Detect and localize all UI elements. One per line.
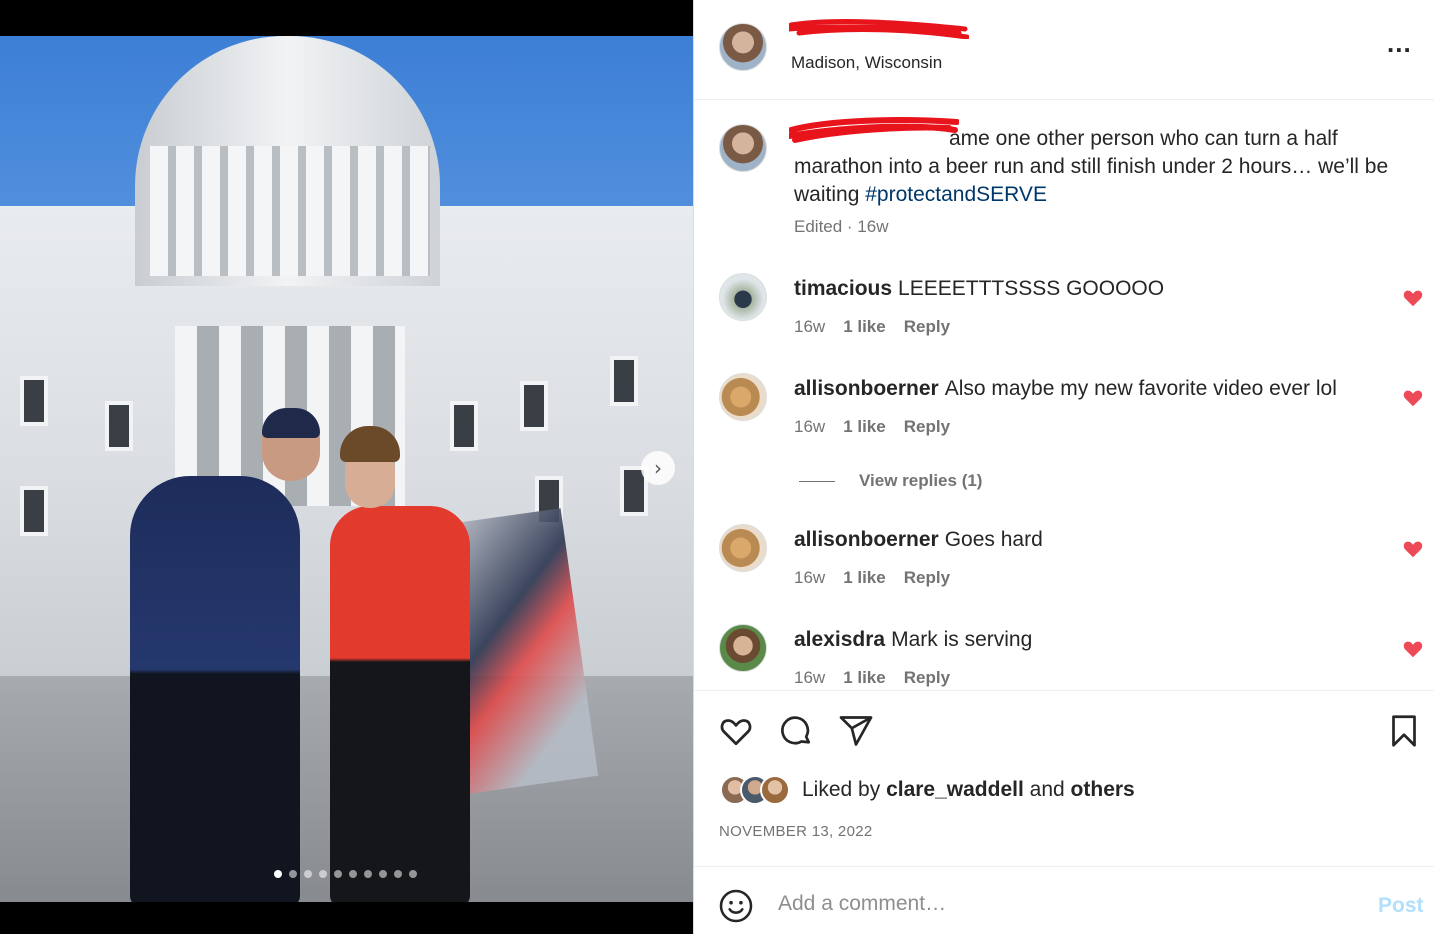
comment-username[interactable]: allisonboerner xyxy=(794,528,939,551)
reply-button[interactable]: Reply xyxy=(904,317,950,337)
carousel-dot xyxy=(319,870,327,878)
carousel-dot xyxy=(304,870,312,878)
comment-item: allisonboerner Also maybe my new favorite… xyxy=(694,373,1434,463)
comment-likes[interactable]: 1 like xyxy=(843,417,886,437)
view-replies-line xyxy=(799,480,835,482)
carousel-dot xyxy=(274,870,282,878)
heart-icon[interactable] xyxy=(1402,287,1424,309)
liker-username[interactable]: clare_waddell xyxy=(886,778,1024,801)
comment-text: Goes hard xyxy=(944,528,1043,551)
post-actions: Liked by clare_waddell and others NOVEMB… xyxy=(694,690,1434,866)
post-photo[interactable] xyxy=(0,36,693,902)
comments-scroll[interactable]: ame one other person who can turn a half… xyxy=(694,101,1434,690)
carousel-dot xyxy=(364,870,372,878)
heart-icon[interactable] xyxy=(1402,638,1424,660)
comment-text: Mark is serving xyxy=(891,628,1033,651)
heart-icon[interactable] xyxy=(1402,387,1424,409)
commenter-avatar[interactable] xyxy=(719,273,767,321)
carousel-next-button[interactable]: › xyxy=(641,451,675,485)
post-button[interactable]: Post xyxy=(1378,894,1424,918)
caption-meta: Edited · 16w xyxy=(794,217,889,236)
caption-author-avatar[interactable] xyxy=(719,124,767,172)
commenter-avatar[interactable] xyxy=(719,373,767,421)
photo-person-left xyxy=(130,476,300,902)
likes-others-link[interactable]: others xyxy=(1071,778,1135,801)
username-redaction xyxy=(789,19,969,39)
liker-avatar xyxy=(760,775,790,805)
more-icon[interactable]: ... xyxy=(1387,28,1412,59)
heart-icon[interactable] xyxy=(718,713,754,749)
post-media: › xyxy=(0,0,693,934)
carousel-dot xyxy=(394,870,402,878)
carousel-dot xyxy=(379,870,387,878)
post-date: NOVEMBER 13, 2022 xyxy=(719,823,873,840)
emoji-icon[interactable] xyxy=(718,888,754,924)
share-icon[interactable] xyxy=(838,713,874,749)
commenter-avatar[interactable] xyxy=(719,524,767,572)
carousel-dots xyxy=(274,870,417,878)
comment-icon[interactable] xyxy=(778,713,814,749)
reply-button[interactable]: Reply xyxy=(904,568,950,588)
post-header: Madison, Wisconsin ... xyxy=(694,0,1434,100)
post-caption: ame one other person who can turn a half… xyxy=(794,127,1389,206)
view-replies-button[interactable]: View replies (1) xyxy=(799,471,982,491)
comment-item: alexisdra Mark is serving 16w 1 like Reply xyxy=(694,624,1434,690)
carousel-dot xyxy=(409,870,417,878)
comment-text: Also maybe my new favorite video ever lo… xyxy=(944,377,1337,400)
comment-item: allisonboerner Goes hard 16w 1 like Reply xyxy=(694,524,1434,614)
add-comment-bar: Post xyxy=(694,866,1434,934)
heart-icon[interactable] xyxy=(1402,538,1424,560)
reply-button[interactable]: Reply xyxy=(904,668,950,688)
post-location[interactable]: Madison, Wisconsin xyxy=(791,53,942,73)
comment-username[interactable]: alexisdra xyxy=(794,628,885,651)
commenter-avatar[interactable] xyxy=(719,624,767,672)
comment-likes[interactable]: 1 like xyxy=(843,317,886,337)
comment-input[interactable] xyxy=(778,889,1338,919)
comment-item: timacious LEEEETTTSSSS GOOOOO 16w 1 like Re… xyxy=(694,273,1434,363)
carousel-dot xyxy=(334,870,342,878)
comment-username[interactable]: allisonboerner xyxy=(794,377,939,400)
liked-by: Liked by clare_waddell and others xyxy=(720,775,1135,805)
comment-likes[interactable]: 1 like xyxy=(843,668,886,688)
hashtag-link[interactable]: #protectandSERVE xyxy=(865,183,1047,206)
carousel-dot xyxy=(349,870,357,878)
author-avatar[interactable] xyxy=(719,23,767,71)
comment-text: LEEEETTTSSSS GOOOOO xyxy=(898,277,1165,300)
comment-likes[interactable]: 1 like xyxy=(843,568,886,588)
chevron-right-icon: › xyxy=(654,456,662,480)
photo-person-right xyxy=(330,506,470,902)
bookmark-icon[interactable] xyxy=(1386,713,1422,749)
reply-button[interactable]: Reply xyxy=(904,417,950,437)
comment-username[interactable]: timacious xyxy=(794,277,892,300)
carousel-dot xyxy=(289,870,297,878)
post-panel: Madison, Wisconsin ... ame one other per… xyxy=(693,0,1434,934)
